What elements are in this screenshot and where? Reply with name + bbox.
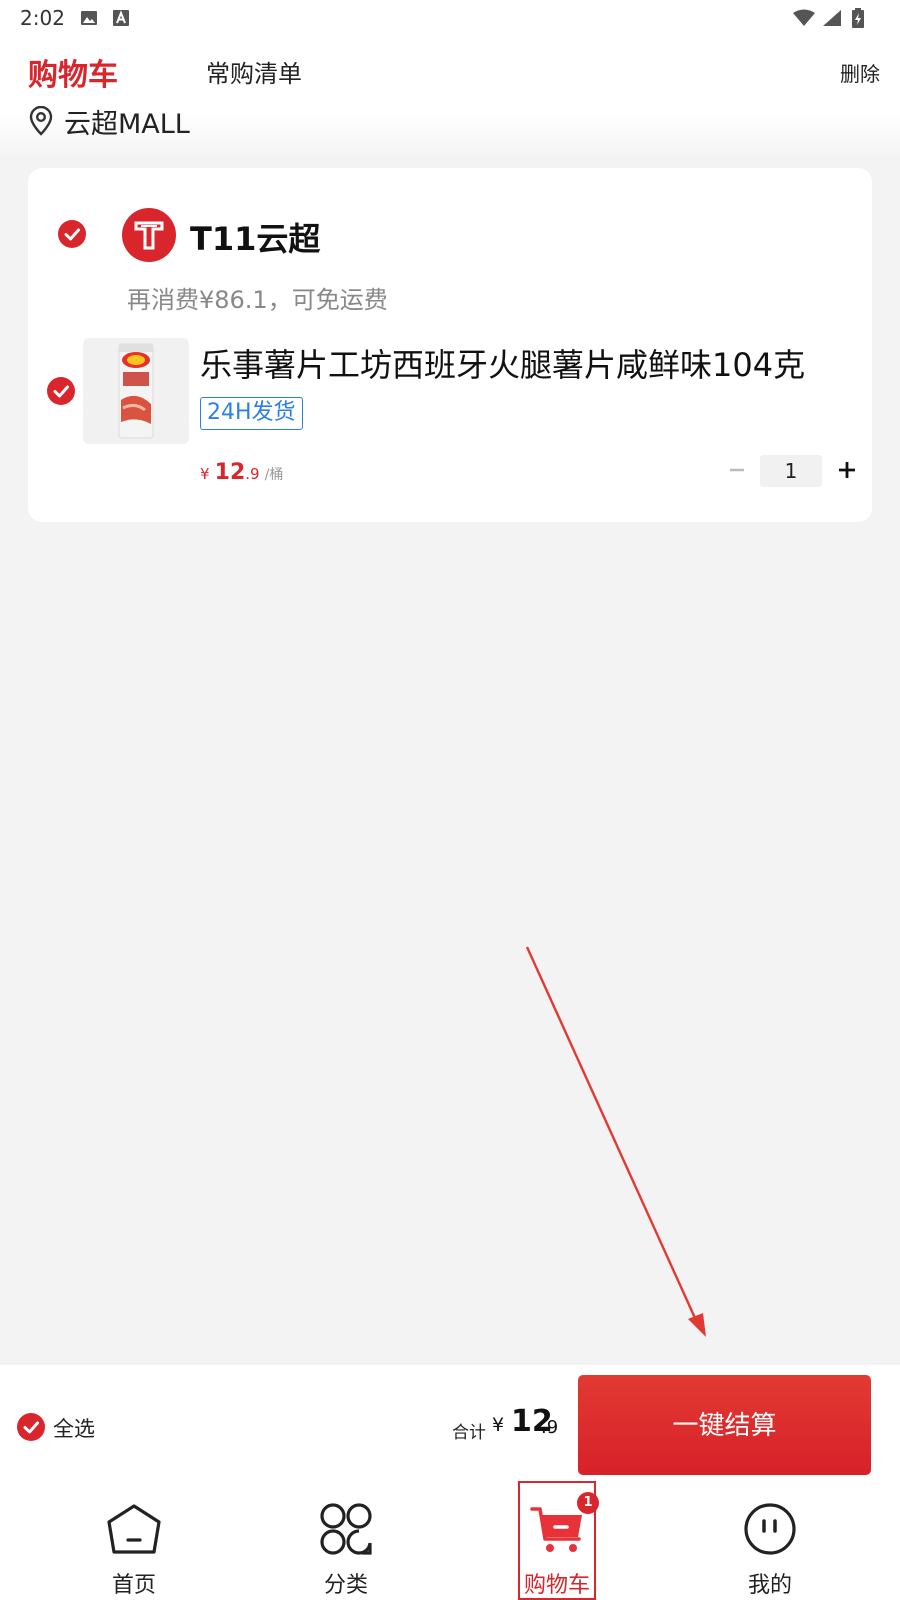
nav-home-label: 首页	[111, 1573, 156, 1598]
total-decimal: .9	[541, 1417, 559, 1438]
image-icon	[81, 11, 97, 25]
product-price: ¥ 12.9 /桶	[200, 460, 283, 485]
status-time: 2:02	[20, 6, 65, 30]
store-logo-t-icon	[134, 221, 164, 250]
store-logo	[122, 208, 176, 262]
increase-quantity-button[interactable]	[836, 459, 858, 481]
delete-button[interactable]: 删除	[840, 58, 880, 87]
nav-category[interactable]: 分类	[291, 1495, 401, 1600]
item-checkbox[interactable]	[47, 377, 75, 405]
select-all-checkbox[interactable]	[17, 1413, 45, 1441]
free-shipping-tip: 再消费¥86.1，可免运费	[127, 286, 388, 314]
cart-count-badge: 1	[577, 1492, 599, 1514]
category-icon	[320, 1503, 372, 1555]
chips-can-image	[118, 343, 154, 439]
nav-category-label: 分类	[323, 1573, 368, 1598]
location-pin-icon	[29, 106, 53, 136]
total-label: 合计	[452, 1423, 486, 1443]
price-decimal: .9	[245, 465, 260, 483]
tab-cart[interactable]: 购物车	[28, 50, 118, 94]
check-icon	[53, 385, 69, 398]
location-name: 云超MALL	[64, 108, 190, 140]
select-all-label[interactable]: 全选	[53, 1413, 95, 1443]
product-image[interactable]	[83, 338, 189, 444]
nav-profile-label: 我的	[747, 1573, 792, 1598]
wifi-icon	[793, 9, 815, 26]
price-integer: 12	[214, 460, 246, 485]
check-icon	[64, 228, 80, 241]
profile-icon	[744, 1503, 796, 1555]
price-unit: /桶	[264, 467, 284, 483]
status-bar: 2:02	[0, 0, 900, 36]
signal-icon	[823, 10, 841, 26]
text-a-icon	[113, 10, 129, 26]
decrease-quantity-button[interactable]	[726, 459, 748, 481]
quantity-input[interactable]: 1	[760, 455, 822, 487]
checkout-button[interactable]: 一键结算	[578, 1375, 871, 1475]
home-icon	[107, 1504, 161, 1554]
store-name[interactable]: T11云超	[190, 214, 320, 260]
tab-frequent-list[interactable]: 常购清单	[206, 54, 302, 89]
nav-profile[interactable]: 我的	[715, 1495, 825, 1600]
price-currency: ¥	[200, 465, 210, 483]
delivery-tag: 24H发货	[200, 397, 303, 430]
check-icon	[23, 1421, 39, 1434]
battery-charging-icon	[852, 8, 864, 28]
nav-home[interactable]: 首页	[79, 1495, 189, 1600]
location-selector[interactable]: 云超MALL	[28, 104, 190, 140]
total-currency: ¥	[492, 1414, 505, 1436]
store-checkbox[interactable]	[58, 220, 86, 248]
product-title[interactable]: 乐事薯片工坊西班牙火腿薯片咸鲜味104克	[200, 340, 805, 386]
